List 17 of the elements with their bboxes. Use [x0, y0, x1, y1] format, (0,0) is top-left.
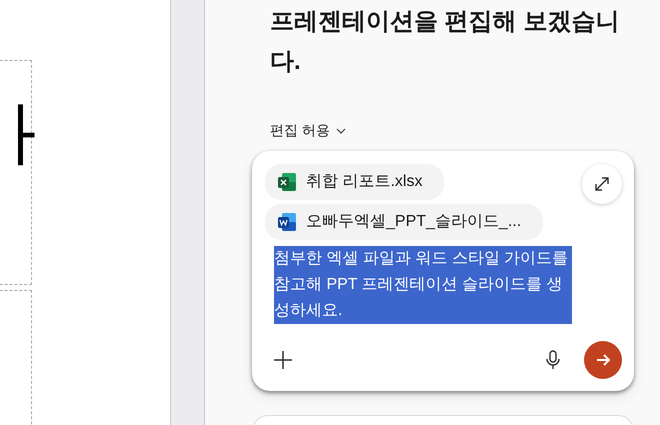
microphone-button[interactable]	[546, 350, 560, 370]
add-button[interactable]	[273, 350, 293, 370]
prompt-text[interactable]: 첨부한 엑셀 파일과 워드 스타일 가이드를 참고해 PPT 프레젠테이션 슬라이드를 생성하세요.	[274, 246, 572, 324]
attachment-chip[interactable]: 오빠두엑셀_PPT_슬라이드_...	[265, 204, 544, 240]
arrow-icon	[595, 352, 611, 368]
expand-button[interactable]	[582, 164, 622, 204]
permission-dropdown[interactable]: 편집 허용	[270, 120, 346, 141]
slide-text: ㅏ	[0, 100, 58, 172]
heading: 프레젠테이션을 편집해 보겠습니다.	[270, 7, 620, 77]
document-icon	[277, 212, 297, 232]
chevron-icon	[336, 128, 346, 134]
expand-icon	[593, 175, 611, 193]
attachment-chip[interactable]: 취합 리포트.xlsx	[265, 164, 444, 200]
plus-icon	[273, 350, 293, 370]
spreadsheet-icon	[277, 172, 297, 192]
send-button[interactable]	[584, 341, 622, 379]
microphone-icon	[546, 350, 560, 370]
